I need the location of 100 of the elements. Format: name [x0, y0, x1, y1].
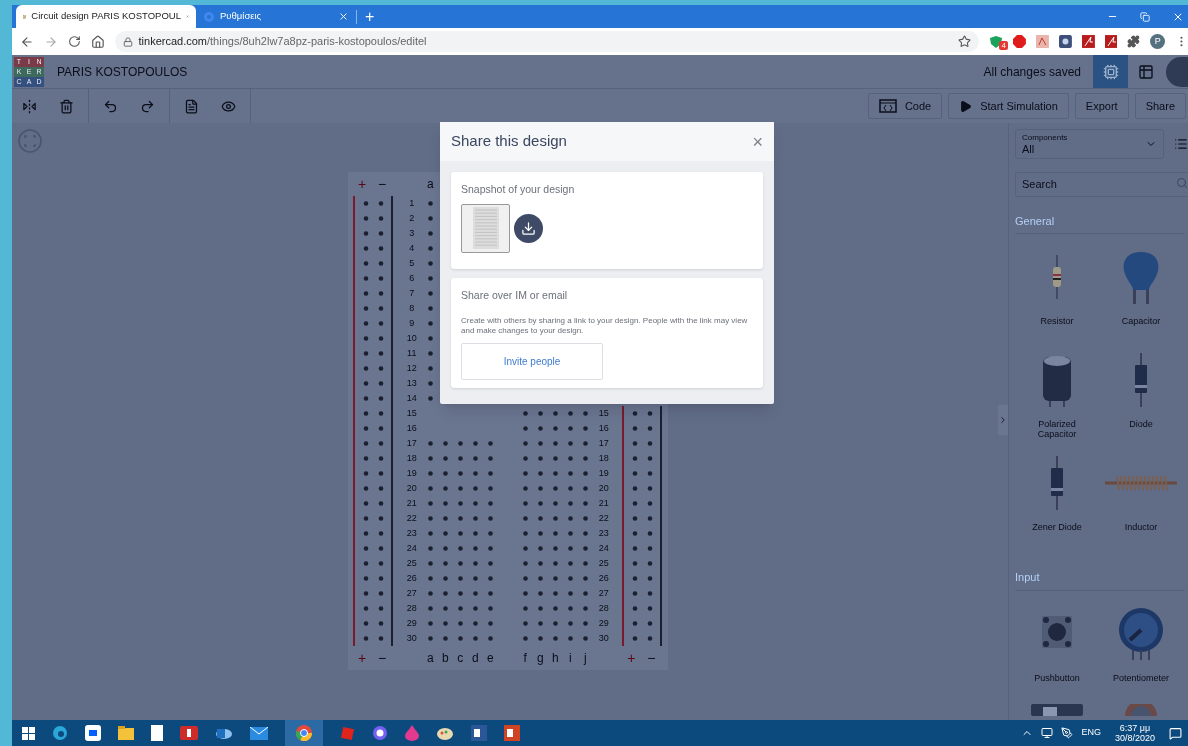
clock[interactable]: 6:37 μμ 30/8/2020: [1114, 723, 1155, 743]
row-number: 9: [408, 317, 416, 330]
row-number: 5: [408, 257, 416, 270]
diode-icon: [1050, 456, 1064, 510]
column-letter: a: [425, 176, 435, 193]
eye-icon[interactable]: [221, 98, 236, 114]
row-number: 26: [597, 572, 610, 585]
row-number: 28: [597, 602, 610, 615]
component-item[interactable]: Resistor: [1015, 244, 1099, 347]
extension-icon[interactable]: [1058, 35, 1072, 48]
row-number: 25: [597, 557, 610, 570]
row-number: 16: [597, 422, 610, 435]
row-number: 22: [405, 512, 418, 525]
components-dropdown[interactable]: Components All: [1015, 129, 1165, 159]
close-icon[interactable]: [338, 11, 349, 22]
restore-icon[interactable]: [1140, 11, 1150, 22]
pen-icon[interactable]: [1061, 727, 1074, 739]
row-number: 19: [597, 467, 610, 480]
row-number: 12: [405, 362, 418, 375]
component-label: Diode: [1128, 419, 1154, 429]
row-number: 4: [408, 242, 416, 255]
component-item[interactable]: Polarized Capacitor: [1015, 347, 1099, 450]
mail-icon[interactable]: [250, 726, 268, 740]
back-icon[interactable]: [20, 34, 34, 49]
section-title: General: [1015, 212, 1185, 234]
photoresistor-icon: [1123, 703, 1159, 716]
row-number: 18: [405, 452, 418, 465]
star-icon[interactable]: [957, 35, 971, 48]
user-avatar[interactable]: [1166, 56, 1188, 87]
circuit-view-button[interactable]: [1093, 55, 1128, 88]
address-field[interactable]: tinkercad.com/things/8uh2lw7a8pz-paris-kostopoulos/editel: [114, 31, 979, 52]
column-letter: i: [567, 650, 573, 667]
chevron-right-icon: [998, 414, 1008, 426]
trash-icon[interactable]: [59, 98, 74, 114]
browser-tab[interactable]: Ρυθμίσεις: [196, 5, 356, 28]
row-number: 30: [597, 632, 610, 645]
drop-icon[interactable]: [405, 725, 419, 741]
notification-icon[interactable]: [1169, 726, 1182, 740]
search-field[interactable]: Search: [1015, 171, 1188, 197]
component-item[interactable]: Diode: [1099, 347, 1183, 450]
folder-icon[interactable]: [118, 726, 134, 740]
plus-sign: +: [356, 174, 368, 194]
row-number: 6: [408, 272, 416, 285]
notes-icon[interactable]: [184, 98, 199, 114]
component-item[interactable]: Inductor: [1099, 450, 1183, 553]
component-item[interactable]: Potentiometer: [1099, 600, 1183, 704]
language-indicator[interactable]: ENG: [1081, 726, 1101, 740]
list-view-icon[interactable]: [1174, 137, 1188, 151]
chat-bubble-icon[interactable]: [372, 725, 388, 741]
row-number: 11: [406, 347, 418, 360]
chrome-taskbar-button[interactable]: [285, 720, 323, 746]
invite-people-button[interactable]: Invite people: [461, 342, 603, 380]
presentation-icon[interactable]: [504, 725, 520, 741]
windows-start-icon[interactable]: [22, 726, 35, 740]
network-icon[interactable]: [1041, 727, 1054, 739]
inductor-icon: [1105, 474, 1177, 492]
component-label: Pushbutton: [1033, 672, 1081, 683]
download-button[interactable]: [514, 213, 543, 243]
search-icon: [1176, 177, 1188, 189]
component-item[interactable]: Zener Diode: [1015, 450, 1099, 553]
flash-icon[interactable]: [1104, 35, 1118, 48]
word-document-icon[interactable]: [471, 725, 487, 741]
flash-icon[interactable]: [1081, 35, 1095, 48]
toolbar-button[interactable]: Export: [1074, 93, 1129, 119]
row-number: 22: [597, 512, 610, 525]
row-number: 15: [597, 407, 610, 420]
redo-icon[interactable]: [140, 98, 155, 114]
shield-icon[interactable]: [988, 34, 1003, 49]
home-icon[interactable]: [90, 34, 105, 49]
rotate-icon[interactable]: [22, 98, 37, 114]
toolbar-button[interactable]: Start Simulation: [948, 93, 1069, 119]
component-label: Resistor: [1039, 316, 1075, 326]
browser-tab[interactable]: Circuit design PARIS KOSTOPOUL: [16, 5, 196, 28]
dialog-title: Share this design: [451, 131, 568, 152]
chip-icon: [1102, 63, 1119, 80]
new-tab-button[interactable]: +: [357, 5, 383, 28]
component-item[interactable]: Pushbutton: [1015, 600, 1099, 704]
stop-sign-icon[interactable]: [1012, 35, 1026, 48]
paint-palette-icon[interactable]: [436, 725, 454, 741]
play-icon: [959, 99, 973, 113]
minus-sign: −: [376, 174, 388, 194]
breadboard-thumbnail-drawing: [472, 207, 499, 250]
row-number: 3: [408, 227, 416, 240]
extensions-icon[interactable]: [1127, 35, 1141, 48]
slide-switch-icon: [1031, 703, 1083, 716]
design-thumbnail[interactable]: [461, 203, 510, 253]
profile-avatar[interactable]: P: [1150, 34, 1166, 49]
reload-icon[interactable]: [67, 35, 81, 48]
forward-icon[interactable]: [43, 34, 58, 49]
component-item[interactable]: Capacitor: [1099, 244, 1183, 347]
toolbar-button[interactable]: Code: [867, 93, 943, 119]
box-icon[interactable]: [85, 725, 101, 741]
row-number: 21: [597, 497, 610, 510]
column-letter: e: [485, 650, 495, 667]
row-number: 7: [408, 287, 416, 300]
undo-icon[interactable]: [103, 98, 118, 114]
component-label: Polarized Capacitor: [1036, 419, 1078, 439]
panel-toggle-button[interactable]: [998, 405, 1008, 435]
toolbar-button[interactable]: Share: [1134, 93, 1186, 119]
close-button[interactable]: ×: [752, 132, 763, 151]
